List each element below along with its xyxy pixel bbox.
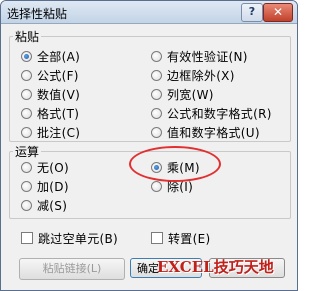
skip-blanks-checkbox[interactable] <box>21 232 33 244</box>
radio-validation[interactable] <box>151 50 162 62</box>
operation-group-label: 运算 <box>13 143 42 160</box>
paste-option-values-number-formats-label: 值和数字格式(U) <box>167 125 260 140</box>
radio-none[interactable] <box>21 161 32 173</box>
transpose-option[interactable]: 转置(E) <box>151 230 210 246</box>
radio-values[interactable] <box>21 88 32 100</box>
skip-blanks-option[interactable]: 跳过空单元(B) <box>21 230 118 246</box>
radio-formats[interactable] <box>21 107 32 119</box>
paste-option-all[interactable]: 全部(A) <box>21 48 80 64</box>
paste-option-column-widths-label: 列宽(W) <box>167 87 214 102</box>
radio-except-borders[interactable] <box>151 69 162 81</box>
title-bar[interactable]: 选择性粘贴 ? ✕ <box>1 1 297 24</box>
watermark-text: EXCEL技巧天地 <box>157 258 274 276</box>
transpose-label: 转置(E) <box>168 231 211 246</box>
paste-group-label: 粘贴 <box>13 28 42 45</box>
operation-option-none[interactable]: 无(O) <box>21 159 69 175</box>
radio-subtract[interactable] <box>21 199 32 211</box>
paste-link-button[interactable]: 粘贴链接(L) <box>19 258 125 280</box>
paste-option-values-number-formats[interactable]: 值和数字格式(U) <box>151 124 260 140</box>
paste-option-formulas-label: 公式(F) <box>37 68 79 83</box>
paste-option-validation[interactable]: 有效性验证(N) <box>151 48 248 64</box>
radio-formulas-number-formats[interactable] <box>151 107 162 119</box>
paste-special-dialog: 选择性粘贴 ? ✕ 粘贴 全部(A) 有效性验证(N) 公式(F) 边框除外(X… <box>0 0 298 291</box>
highlight-ellipse <box>129 146 221 182</box>
help-button[interactable]: ? <box>241 3 263 22</box>
paste-option-all-label: 全部(A) <box>37 49 81 64</box>
paste-option-formats-label: 格式(T) <box>37 106 80 121</box>
paste-option-values-label: 数值(V) <box>37 87 81 102</box>
close-button[interactable]: ✕ <box>263 3 293 22</box>
paste-option-comments[interactable]: 批注(C) <box>21 124 80 140</box>
paste-option-except-borders[interactable]: 边框除外(X) <box>151 67 235 83</box>
paste-option-formulas-number-formats-label: 公式和数字格式(R) <box>167 106 272 121</box>
paste-option-formulas-number-formats[interactable]: 公式和数字格式(R) <box>151 105 272 121</box>
radio-add[interactable] <box>21 180 32 192</box>
transpose-checkbox[interactable] <box>151 232 163 244</box>
paste-option-column-widths[interactable]: 列宽(W) <box>151 86 214 102</box>
paste-option-validation-label: 有效性验证(N) <box>167 49 248 64</box>
dialog-title: 选择性粘贴 <box>7 7 68 21</box>
radio-all[interactable] <box>21 50 32 62</box>
radio-divide[interactable] <box>151 180 162 192</box>
paste-option-values[interactable]: 数值(V) <box>21 86 80 102</box>
operation-option-add-label: 加(D) <box>37 179 69 194</box>
paste-option-comments-label: 批注(C) <box>37 125 81 140</box>
paste-option-formats[interactable]: 格式(T) <box>21 105 79 121</box>
paste-option-formulas[interactable]: 公式(F) <box>21 67 79 83</box>
radio-column-widths[interactable] <box>151 88 162 100</box>
radio-comments[interactable] <box>21 126 32 138</box>
operation-option-subtract-label: 减(S) <box>37 198 68 213</box>
radio-formulas[interactable] <box>21 69 32 81</box>
radio-values-number-formats[interactable] <box>151 126 162 138</box>
operation-option-subtract[interactable]: 减(S) <box>21 197 67 213</box>
operation-option-none-label: 无(O) <box>37 160 70 175</box>
paste-option-except-borders-label: 边框除外(X) <box>167 68 235 83</box>
operation-option-add[interactable]: 加(D) <box>21 178 69 194</box>
skip-blanks-label: 跳过空单元(B) <box>38 231 118 246</box>
